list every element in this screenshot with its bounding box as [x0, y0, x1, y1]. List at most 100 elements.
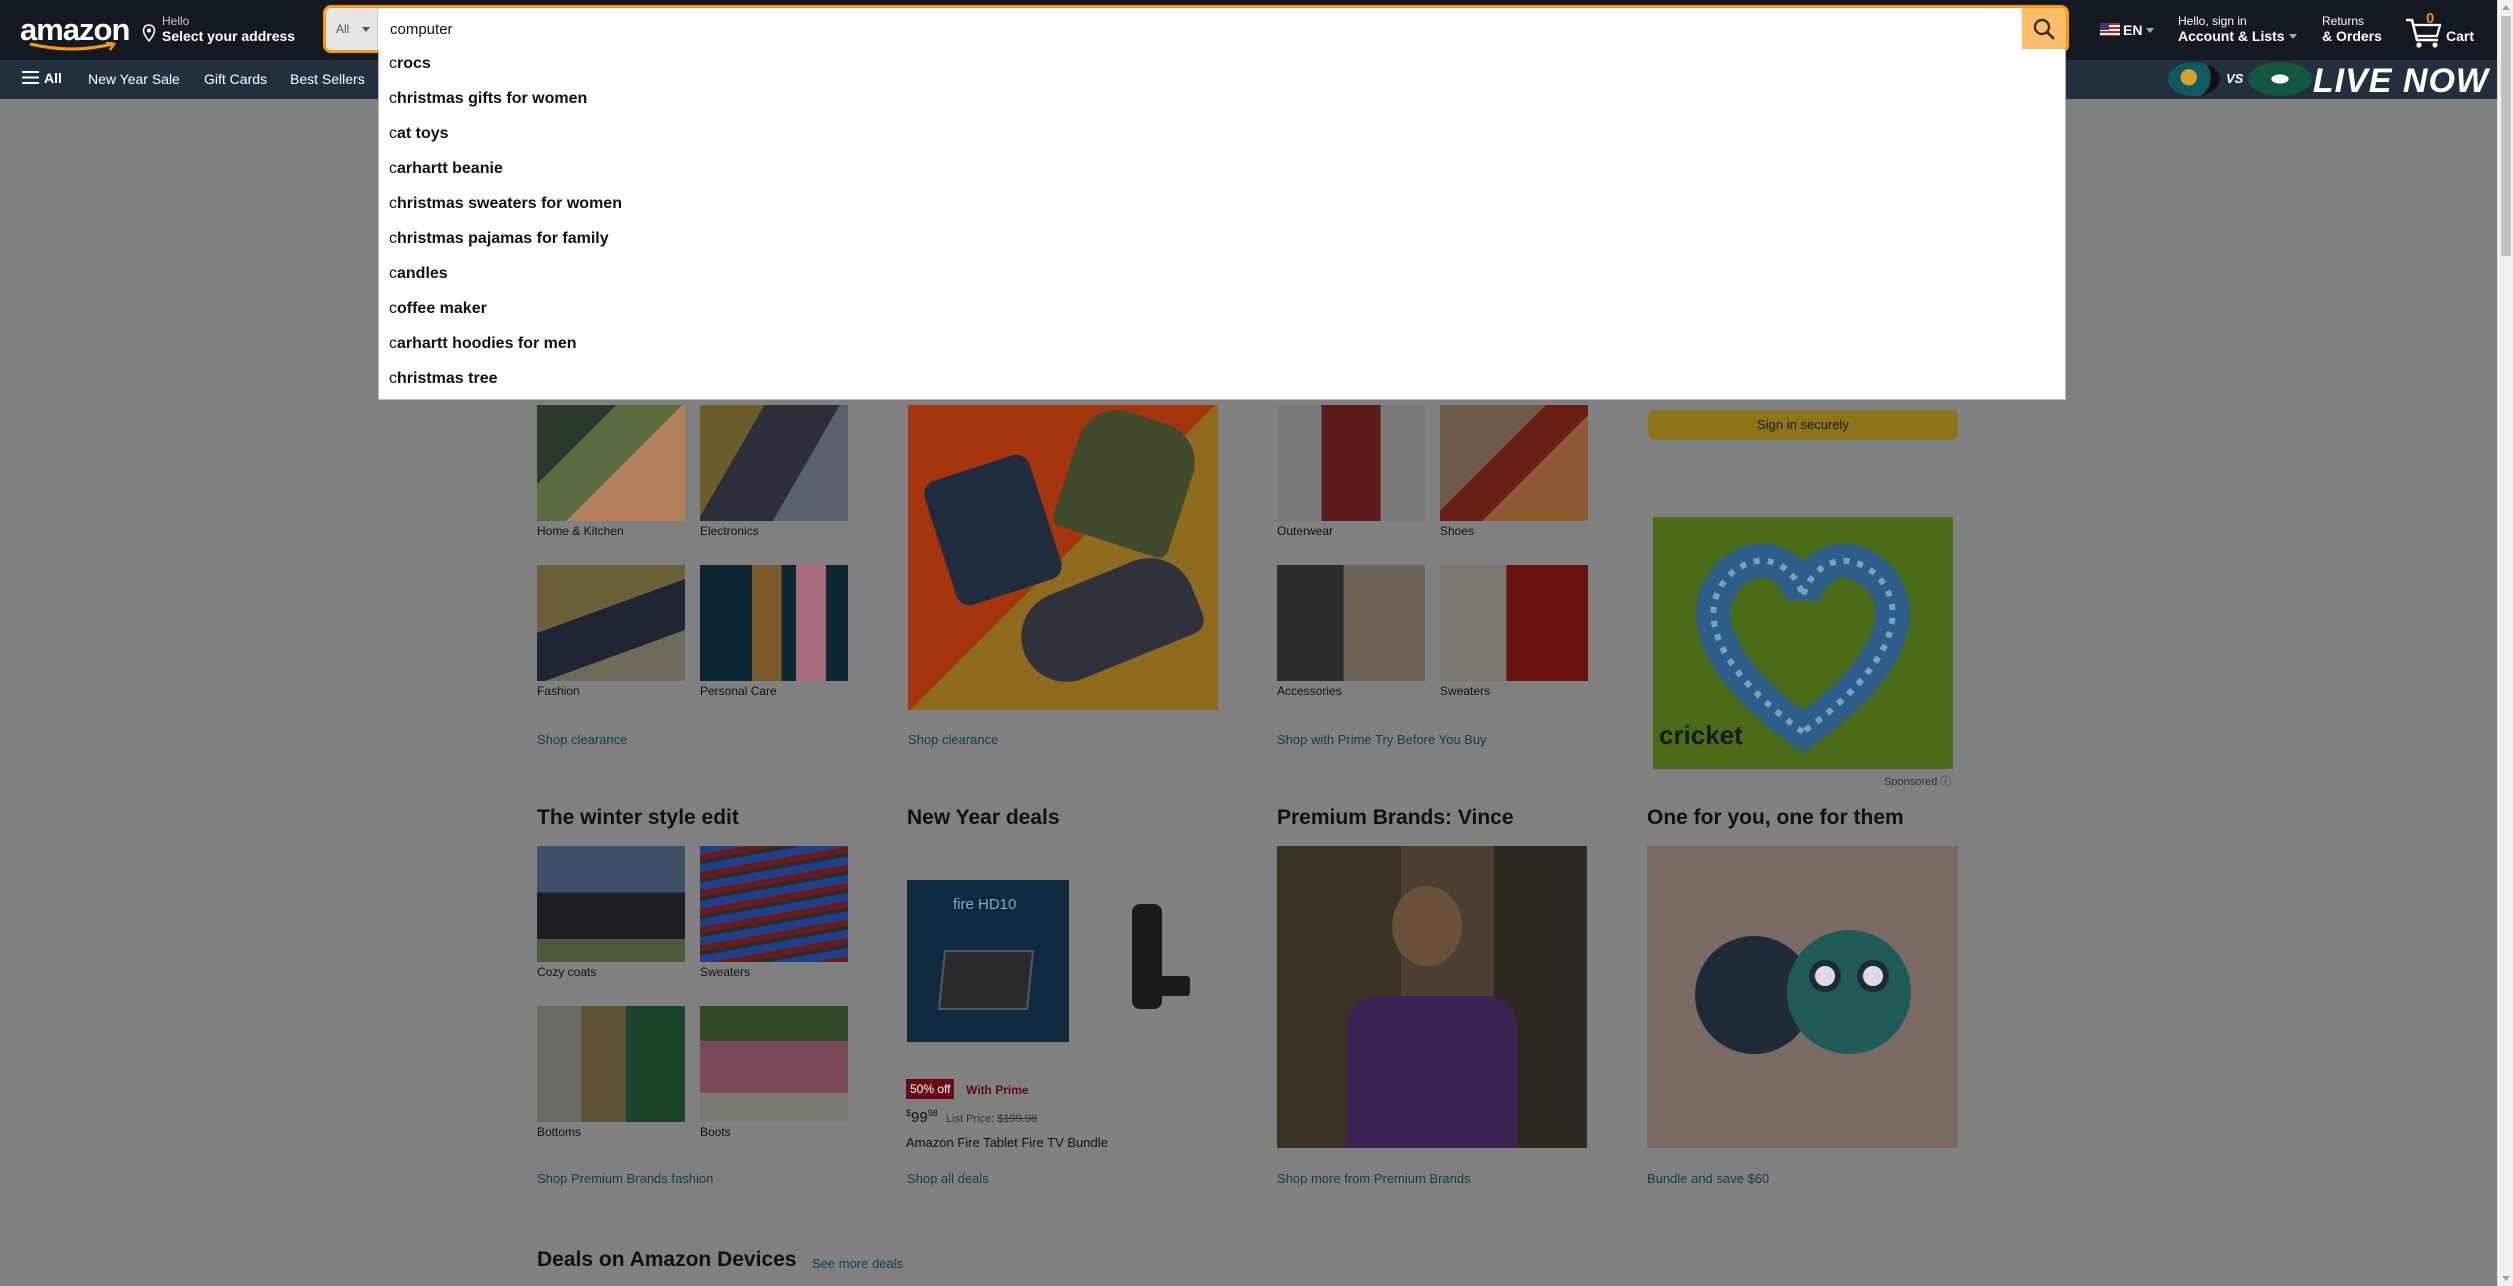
suggestion-item[interactable]: candles: [389, 265, 448, 283]
tile-boots[interactable]: Boots: [700, 1006, 848, 1139]
deals-on-devices-card: Deals on Amazon Devices See more deals: [517, 1228, 1978, 1286]
suggestion-item[interactable]: cat toys: [389, 125, 449, 143]
see-more-deals-link[interactable]: See more deals: [812, 1256, 903, 1271]
with-prime-label: With Prime: [966, 1083, 1029, 1097]
bag-shape: [920, 451, 1066, 609]
accessories-image: [1277, 565, 1425, 681]
suggestion-item[interactable]: crocs: [389, 55, 431, 73]
bundle-and-save-link[interactable]: Bundle and save $60: [1647, 1171, 1769, 1186]
returns-orders-link[interactable]: Returns & Orders: [2322, 14, 2382, 44]
language-selector[interactable]: EN: [2100, 22, 2155, 38]
page-scrollbar[interactable]: [2497, 0, 2513, 1286]
search-button[interactable]: [2022, 8, 2066, 50]
search-icon: [2033, 18, 2055, 40]
tile-shoes[interactable]: Shoes: [1440, 405, 1588, 538]
jets-helmet-icon: [2248, 62, 2312, 96]
home-kitchen-image: [537, 405, 685, 521]
tile-sweaters[interactable]: Sweaters: [1440, 565, 1588, 698]
category-card-3: Outerwear Shoes Accessories Sweaters Sho…: [1257, 360, 1607, 768]
fashion-image: [537, 565, 685, 681]
fire-tv-remote-image[interactable]: [1132, 904, 1162, 1009]
card-title: Premium Brands: Vince: [1277, 806, 1514, 829]
suggestion-item[interactable]: carhartt hoodies for men: [389, 335, 577, 353]
cart-button[interactable]: 0 Cart: [2404, 8, 2484, 52]
us-flag-icon: [2100, 23, 2120, 36]
amazon-logo[interactable]: amazon: [20, 12, 130, 51]
tile-bottoms[interactable]: Bottoms: [537, 1006, 685, 1139]
smile-icon: [29, 42, 117, 51]
model-head-shape: [1392, 886, 1462, 966]
echo-bundle-card: One for you, one for them Bundle and sav…: [1627, 786, 1978, 1208]
card-title: New Year deals: [907, 806, 1060, 829]
all-menu-button[interactable]: All: [22, 70, 62, 86]
card-title: The winter style edit: [537, 806, 739, 829]
scrollbar-thumb[interactable]: [2501, 16, 2511, 256]
tile-sweaters-2[interactable]: Sweaters: [700, 846, 848, 979]
fire-tv-stick-image: [1160, 976, 1190, 996]
search-suggestions-dropdown: crocs christmas gifts for women cat toys…: [378, 49, 2066, 400]
beanie-shape: [1050, 399, 1206, 561]
cricket-ad[interactable]: cricket: [1653, 517, 1953, 769]
search-input[interactable]: [384, 8, 2004, 50]
jaguars-helmet-icon: [2168, 62, 2220, 96]
model-sweater-shape: [1347, 996, 1517, 1148]
caret-down-icon: [362, 27, 370, 32]
caret-down-icon: [2146, 28, 2155, 33]
cozy-coats-image: [537, 846, 685, 962]
category-card-1: Home & Kitchen Electronics Fashion Perso…: [497, 360, 867, 768]
tablet-shape: [937, 950, 1035, 1010]
winter-style-card: The winter style edit Cozy coats Sweater…: [517, 786, 867, 1208]
suggestion-item[interactable]: coffee maker: [389, 300, 487, 318]
shop-premium-brands-link[interactable]: Shop more from Premium Brands: [1277, 1171, 1471, 1186]
boots-image: [700, 1006, 848, 1122]
striped-sweater-image: [700, 846, 848, 962]
live-now-banner[interactable]: VS LIVE NOW: [2160, 60, 2497, 100]
suggestion-item[interactable]: christmas pajamas for family: [389, 230, 609, 248]
suggestion-item[interactable]: christmas gifts for women: [389, 90, 587, 108]
tile-electronics[interactable]: Electronics: [700, 405, 848, 538]
shop-premium-brands-fashion-link[interactable]: Shop Premium Brands fashion: [537, 1171, 713, 1186]
suggestion-item[interactable]: christmas tree: [389, 370, 498, 388]
location-pin-icon: [142, 24, 156, 42]
shoes-image: [1440, 405, 1588, 521]
card-title: One for you, one for them: [1647, 806, 1904, 829]
echo-bundle-image[interactable]: [1647, 846, 1958, 1148]
tile-home-kitchen[interactable]: Home & Kitchen: [537, 405, 685, 538]
card-title: Deals on Amazon Devices: [537, 1248, 797, 1271]
account-lists-menu[interactable]: Hello, sign in Account & Lists: [2178, 14, 2297, 44]
outerwear-image: [1277, 405, 1425, 521]
owl-eye-left: [1809, 960, 1841, 992]
tile-personal-care[interactable]: Personal Care: [700, 565, 848, 698]
electronics-image: [700, 405, 848, 521]
clearance-image[interactable]: [908, 399, 1218, 710]
sweaters-image: [1440, 565, 1588, 681]
search-bar: All: [326, 8, 2066, 50]
echo-kids-owl-shape: [1787, 930, 1911, 1054]
shop-clearance-link-2[interactable]: Shop clearance: [908, 732, 998, 747]
deal-product-name[interactable]: Amazon Fire Tablet Fire TV Bundle: [906, 1135, 1108, 1150]
shop-clearance-link[interactable]: Shop clearance: [537, 732, 627, 747]
category-card-2: Shop clearance: [887, 360, 1237, 768]
tile-accessories[interactable]: Accessories: [1277, 565, 1425, 698]
tile-outerwear[interactable]: Outerwear: [1277, 405, 1425, 538]
shop-all-deals-link[interactable]: Shop all deals: [907, 1171, 989, 1186]
cart-icon: [2406, 18, 2442, 48]
fire-tablet-image[interactable]: fire HD10: [907, 880, 1069, 1042]
prime-try-before-you-buy-link[interactable]: Shop with Prime Try Before You Buy: [1277, 732, 1487, 747]
tile-fashion[interactable]: Fashion: [537, 565, 685, 698]
discount-badge: 50% off: [906, 1079, 955, 1099]
nav-item-new-year-sale[interactable]: New Year Sale: [88, 71, 180, 87]
scroll-down-arrow-icon[interactable]: [2502, 1276, 2510, 1281]
nav-item-gift-cards[interactable]: Gift Cards: [204, 71, 267, 87]
tile-cozy-coats[interactable]: Cozy coats: [537, 846, 685, 979]
sign-in-securely-button[interactable]: Sign in securely: [1648, 410, 1958, 440]
search-category-dropdown[interactable]: All: [326, 8, 378, 50]
vince-model-image[interactable]: [1277, 846, 1587, 1148]
owl-eye-right: [1857, 960, 1889, 992]
suggestion-item[interactable]: carhartt beanie: [389, 160, 503, 178]
deal-price: $9998 List Price: $199.98: [906, 1108, 1038, 1126]
scroll-up-arrow-icon[interactable]: [2502, 5, 2510, 10]
suggestion-item[interactable]: christmas sweaters for women: [389, 195, 622, 213]
nav-item-best-sellers[interactable]: Best Sellers: [290, 71, 365, 87]
premium-brands-card: Premium Brands: Vince Shop more from Pre…: [1257, 786, 1607, 1208]
